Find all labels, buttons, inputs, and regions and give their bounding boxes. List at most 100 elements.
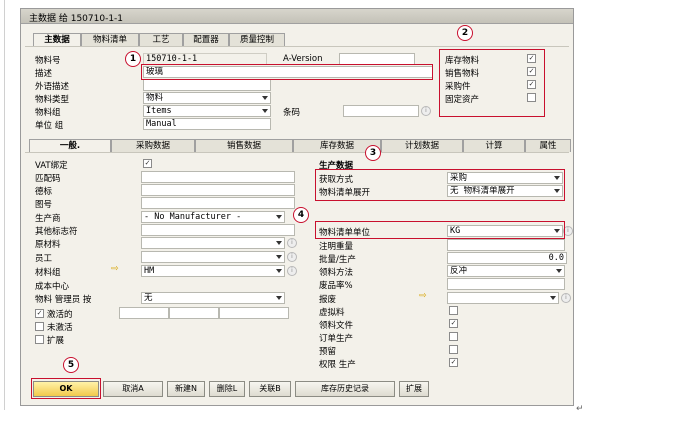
item-group-select[interactable]: Items — [143, 105, 271, 117]
tab-main-data[interactable]: 主数据 — [33, 33, 81, 47]
callout-4: 4 — [293, 207, 309, 223]
warehouse-select[interactable] — [447, 292, 559, 304]
delete-button[interactable]: 删除L — [209, 381, 245, 397]
barcode-label: 条码 — [283, 108, 301, 118]
vat-checkbox[interactable]: ✓ — [143, 159, 152, 168]
manufacturer-select[interactable]: - No Manufacturer - — [141, 211, 285, 223]
mgmt-select[interactable]: 无 — [141, 292, 285, 304]
paragraph-mark-icon: ↵ — [576, 404, 584, 414]
batch-field[interactable]: 0.0 — [447, 252, 567, 264]
active-to-field[interactable] — [169, 307, 219, 319]
reserve-checkbox[interactable] — [449, 345, 458, 354]
auth-production-label: 权限 生产 — [319, 360, 356, 370]
manufacturer-label: 生产商 — [35, 214, 61, 224]
issue-doc-label: 领料文件 — [319, 321, 354, 331]
cancel-button[interactable]: 取消A — [103, 381, 163, 397]
subtab-costing[interactable]: 计算 — [463, 139, 525, 152]
other-id-label: 其他标志符 — [35, 227, 78, 237]
subtab-divider — [25, 152, 569, 153]
material-group-select[interactable]: HM — [141, 265, 285, 277]
weight-label: 注明重量 — [319, 242, 354, 252]
other-id-field[interactable] — [141, 224, 295, 236]
chevron-down-icon — [550, 296, 556, 300]
uom-group-label: 单位 组 — [35, 121, 64, 131]
chevron-down-icon — [276, 269, 282, 273]
extend-button[interactable]: 扩展 — [399, 381, 429, 397]
item-group-value: Items — [146, 106, 172, 116]
matchcode-label: 匹配码 — [35, 174, 61, 184]
scrap-field[interactable] — [447, 278, 565, 290]
link-arrow-icon[interactable]: ⇨ — [111, 264, 119, 274]
employee-label: 员工 — [35, 254, 53, 264]
issue-method-select[interactable]: 反冲 — [447, 265, 565, 277]
auth-production-checkbox[interactable]: ✓ — [449, 358, 458, 367]
active-remarks-field[interactable] — [219, 307, 289, 319]
callout-1: 1 — [125, 51, 141, 67]
subtab-purchasing[interactable]: 采购数据 — [111, 139, 195, 152]
subtab-sales[interactable]: 销售数据 — [195, 139, 293, 152]
highlight-flags — [439, 49, 545, 117]
uom-group-field[interactable]: Manual — [143, 118, 271, 130]
window-title: 主数据 给 150710-1-1 — [29, 14, 124, 24]
cost-center-label: 成本中心 — [35, 282, 70, 292]
tab-divider — [25, 46, 569, 47]
vat-label: VAT绑定 — [35, 161, 68, 171]
status-active-radio[interactable]: ✓ — [35, 309, 44, 318]
highlight-description — [141, 64, 433, 80]
subtab-planning[interactable]: 计划数据 — [381, 139, 463, 152]
warehouse-label: 报废 — [319, 295, 337, 305]
callout-5: 5 — [63, 357, 79, 373]
mark-field[interactable] — [141, 184, 295, 196]
link-arrow-icon[interactable]: ⇨ — [419, 291, 427, 301]
mgmt-value: 无 — [144, 293, 153, 303]
info-icon[interactable]: i — [421, 106, 431, 116]
status-active-label: 激活的 — [47, 310, 73, 320]
active-from-field[interactable] — [119, 307, 169, 319]
status-inactive-label: 未激活 — [47, 323, 73, 333]
inventory-history-button[interactable]: 库存历史记录 — [295, 381, 395, 397]
chevron-down-icon — [262, 96, 268, 100]
title-bar: 主数据 给 150710-1-1 — [21, 9, 573, 24]
item-type-select[interactable]: 物料 — [143, 92, 271, 104]
item-type-value: 物料 — [146, 93, 164, 103]
material-group-value: HM — [144, 266, 155, 276]
item-type-label: 物料类型 — [35, 95, 70, 105]
mark-label: 德标 — [35, 187, 53, 197]
info-icon[interactable]: i — [287, 252, 297, 262]
tab-bom[interactable]: 物料清单 — [81, 33, 139, 46]
related-button[interactable]: 关联B — [249, 381, 291, 397]
phantom-checkbox[interactable] — [449, 306, 458, 315]
new-button[interactable]: 新建N — [167, 381, 205, 397]
matchcode-field[interactable] — [141, 171, 295, 183]
raw-material-select[interactable] — [141, 237, 285, 249]
info-icon[interactable]: i — [287, 238, 297, 248]
tab-quality[interactable]: 质量控制 — [229, 33, 285, 46]
batch-label: 批量/生产 — [319, 255, 356, 265]
raw-material-label: 原材料 — [35, 240, 61, 250]
info-icon[interactable]: i — [287, 266, 297, 276]
foreign-desc-field[interactable] — [143, 79, 271, 91]
employee-select[interactable] — [141, 251, 285, 263]
callout-2: 2 — [457, 25, 473, 41]
tab-routing[interactable]: 工艺 — [139, 33, 183, 46]
subtab-properties[interactable]: 属性 — [525, 139, 571, 152]
highlight-ok-button — [31, 378, 101, 399]
tab-configurator[interactable]: 配置器 — [183, 33, 229, 46]
drawing-field[interactable] — [141, 197, 295, 209]
order-production-checkbox[interactable] — [449, 332, 458, 341]
highlight-bom-unit — [315, 221, 565, 239]
barcode-field[interactable] — [343, 105, 419, 117]
status-inactive-radio[interactable] — [35, 322, 44, 331]
chevron-down-icon — [276, 215, 282, 219]
chevron-down-icon — [276, 241, 282, 245]
foreign-desc-label: 外语描述 — [35, 82, 70, 92]
chevron-down-icon — [556, 269, 562, 273]
item-no-label: 物料号 — [35, 56, 61, 66]
status-extended-radio[interactable] — [35, 335, 44, 344]
weight-field[interactable] — [447, 239, 565, 251]
info-icon[interactable]: i — [561, 293, 571, 303]
issue-method-label: 领料方法 — [319, 268, 354, 278]
item-master-window: 主数据 给 150710-1-1 主数据 物料清单 工艺 配置器 质量控制 物料… — [20, 8, 574, 406]
subtab-general[interactable]: 一般. — [29, 139, 111, 153]
issue-doc-checkbox[interactable]: ✓ — [449, 319, 458, 328]
